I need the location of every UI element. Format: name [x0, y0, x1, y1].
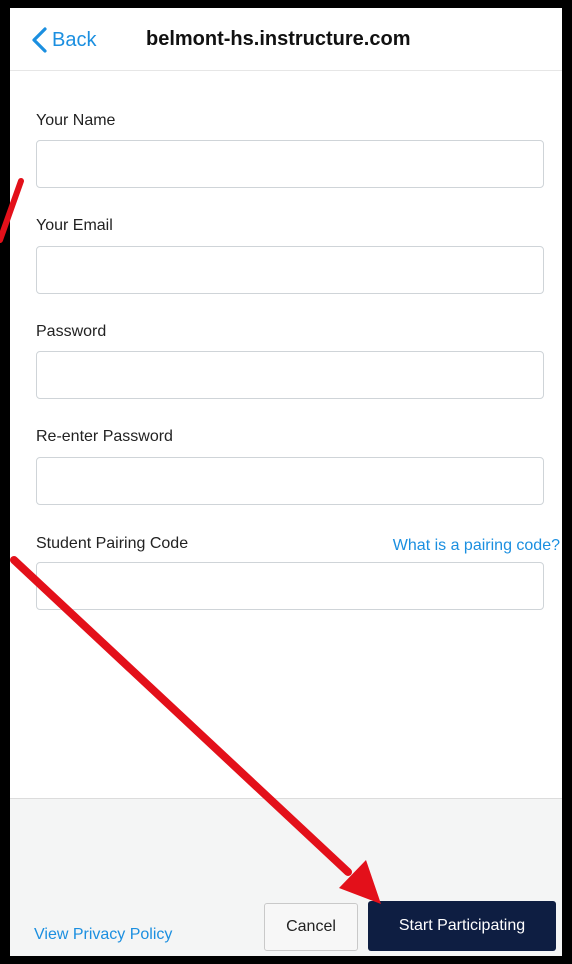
password-label: Password	[36, 323, 107, 340]
navigation-bar: Back belmont-hs.instructure.com	[10, 8, 562, 71]
chevron-left-icon	[32, 27, 47, 53]
cancel-button[interactable]: Cancel	[264, 903, 358, 951]
name-field[interactable]	[36, 140, 544, 188]
privacy-policy-link[interactable]: View Privacy Policy	[34, 926, 172, 944]
footer-bar: View Privacy Policy Cancel Start Partici…	[10, 798, 562, 956]
pairing-code-field[interactable]	[36, 562, 544, 610]
password-field[interactable]	[36, 351, 544, 399]
pairing-code-label: Student Pairing Code	[36, 535, 189, 552]
app-screen: Back belmont-hs.instructure.com Your Nam…	[10, 8, 562, 956]
pairing-code-help-link[interactable]: What is a pairing code?	[393, 537, 560, 555]
confirm-password-label: Re-enter Password	[36, 428, 173, 445]
page-title: belmont-hs.instructure.com	[146, 28, 411, 50]
start-participating-button[interactable]: Start Participating	[368, 901, 556, 951]
email-label: Your Email	[36, 217, 113, 234]
back-button[interactable]: Back	[30, 26, 96, 54]
back-button-label: Back	[52, 28, 97, 51]
name-label: Your Name	[36, 112, 116, 129]
email-field[interactable]	[36, 246, 544, 294]
confirm-password-field[interactable]	[36, 457, 544, 505]
